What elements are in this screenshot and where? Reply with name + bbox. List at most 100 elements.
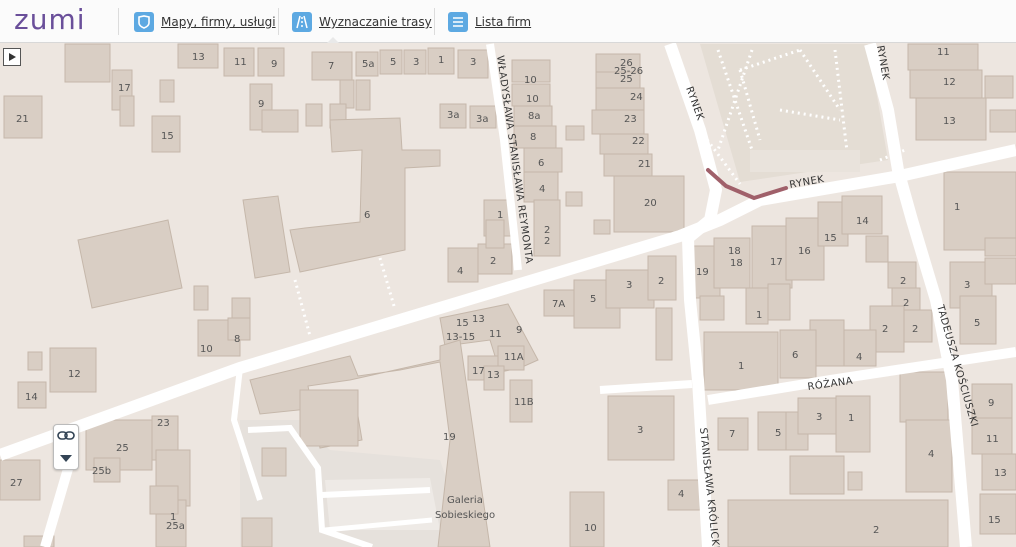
building-number: 2 xyxy=(882,324,888,335)
map-shield-icon xyxy=(134,12,154,32)
building-number: 1 xyxy=(756,310,762,321)
map-svg[interactable]: RYNEK RYNEK RYNEK WŁADYSŁAWA STANISŁAWA … xyxy=(0,43,1016,547)
building-number: 23 xyxy=(624,114,637,125)
building-number: 12 xyxy=(943,77,956,88)
poi-label: Sobieskiego xyxy=(435,510,495,521)
building-number: 1 xyxy=(848,413,854,424)
building-number: 9 xyxy=(516,325,522,336)
building-number: 15 xyxy=(456,318,469,329)
building-number: 11B xyxy=(514,397,534,408)
building-number: 15 xyxy=(824,233,837,244)
building-number: 13 xyxy=(943,116,956,127)
building-number: 3 xyxy=(637,425,643,436)
building-number: 3 xyxy=(626,280,632,291)
building-number: 18 xyxy=(730,258,743,269)
building-number: 7 xyxy=(729,429,735,440)
play-triangle-icon xyxy=(9,53,16,61)
building-number: 15 xyxy=(988,515,1001,526)
building-number: 4 xyxy=(928,449,934,460)
building-number: 10 xyxy=(200,344,213,355)
building-number: 7A xyxy=(552,299,565,310)
building-number: 17 xyxy=(770,257,783,268)
zumi-logo[interactable]: zumi xyxy=(14,5,86,35)
nav-label: Lista firm xyxy=(475,15,532,29)
building-number: 19 xyxy=(443,432,456,443)
building-number: 7 xyxy=(328,61,334,72)
building-number: 13-15 xyxy=(446,332,475,343)
building-number: 13 xyxy=(487,370,500,381)
building-number: 9 xyxy=(258,99,264,110)
building-number: 8a xyxy=(528,111,541,122)
building-number: 20 xyxy=(644,198,657,209)
link-icon[interactable] xyxy=(57,429,75,443)
building-number: 13 xyxy=(994,468,1007,479)
building-number: 9 xyxy=(988,398,994,409)
building-number: 19 xyxy=(696,267,709,278)
city-square xyxy=(700,44,888,182)
building-number: 3a xyxy=(476,114,489,125)
building-number: 4 xyxy=(539,184,545,195)
building-number: 1 xyxy=(497,210,503,221)
building-number: 15 xyxy=(161,131,174,142)
divider xyxy=(434,8,435,35)
building-number: 5a xyxy=(362,59,375,70)
building-number: 12 xyxy=(68,369,81,380)
building-number: 3a xyxy=(447,110,460,121)
chevron-down-icon[interactable] xyxy=(59,453,73,463)
building-number: 25 xyxy=(620,74,633,85)
building-number: 8 xyxy=(234,334,240,345)
divider xyxy=(278,8,279,35)
building-number: 24 xyxy=(630,92,643,103)
building-number: 25a xyxy=(166,521,185,532)
nav-company-list[interactable]: Lista firm xyxy=(448,10,531,34)
building-number: 6 xyxy=(364,210,370,221)
building-number: 10 xyxy=(526,94,539,105)
building-number: 21 xyxy=(638,159,651,170)
building-number: 9 xyxy=(271,59,277,70)
building-number: 5 xyxy=(775,428,781,439)
building-number: 2 xyxy=(912,324,918,335)
building-number: 5 xyxy=(974,318,980,329)
building-number: 2 xyxy=(544,236,550,247)
building-number: 1 xyxy=(954,202,960,213)
building-number: 5 xyxy=(390,57,396,68)
building-number: 6 xyxy=(538,158,544,169)
map-canvas[interactable]: RYNEK RYNEK RYNEK WŁADYSŁAWA STANISŁAWA … xyxy=(0,43,1016,547)
building-number: 2 xyxy=(658,276,664,287)
building-number: 17 xyxy=(118,83,131,94)
nav-label: Mapy, firmy, usługi xyxy=(161,15,276,29)
panel-toggle-button[interactable] xyxy=(3,48,21,66)
building-number: 5 xyxy=(590,294,596,305)
building-number: 13 xyxy=(192,52,205,63)
building-number: 3 xyxy=(413,57,419,68)
building-number: 25b xyxy=(92,466,111,477)
building-number: 10 xyxy=(524,75,537,86)
building-number: 25 xyxy=(116,443,129,454)
building-number: 22 xyxy=(632,136,645,147)
building-number: 2 xyxy=(903,298,909,309)
building-number: 8 xyxy=(530,132,536,143)
building-number: 18 xyxy=(728,246,741,257)
building-number: 3 xyxy=(816,412,822,423)
building-number: 4 xyxy=(457,266,463,277)
building-number: 23 xyxy=(157,418,170,429)
nav-maps-companies-services[interactable]: Mapy, firmy, usługi xyxy=(134,10,276,34)
poi-label: Galeria xyxy=(447,495,483,506)
logo-text: zumi xyxy=(14,3,86,36)
nav-route-planning[interactable]: Wyznaczanie trasy xyxy=(292,10,432,34)
nav-label: Wyznaczanie trasy xyxy=(319,15,432,29)
building-number: 4 xyxy=(856,352,862,363)
link-widget[interactable] xyxy=(53,424,79,470)
building-number: 4 xyxy=(678,489,684,500)
building-number: 11 xyxy=(234,57,247,68)
building-number: 14 xyxy=(25,392,38,403)
building-number: 1 xyxy=(438,55,444,66)
building-number: 2 xyxy=(544,225,550,236)
list-icon xyxy=(448,12,468,32)
building-number: 21 xyxy=(16,114,29,125)
building-number: 1 xyxy=(738,361,744,372)
route-icon xyxy=(292,12,312,32)
building-number: 3 xyxy=(470,57,476,68)
building-number: 11A xyxy=(504,352,524,363)
divider xyxy=(118,8,119,35)
